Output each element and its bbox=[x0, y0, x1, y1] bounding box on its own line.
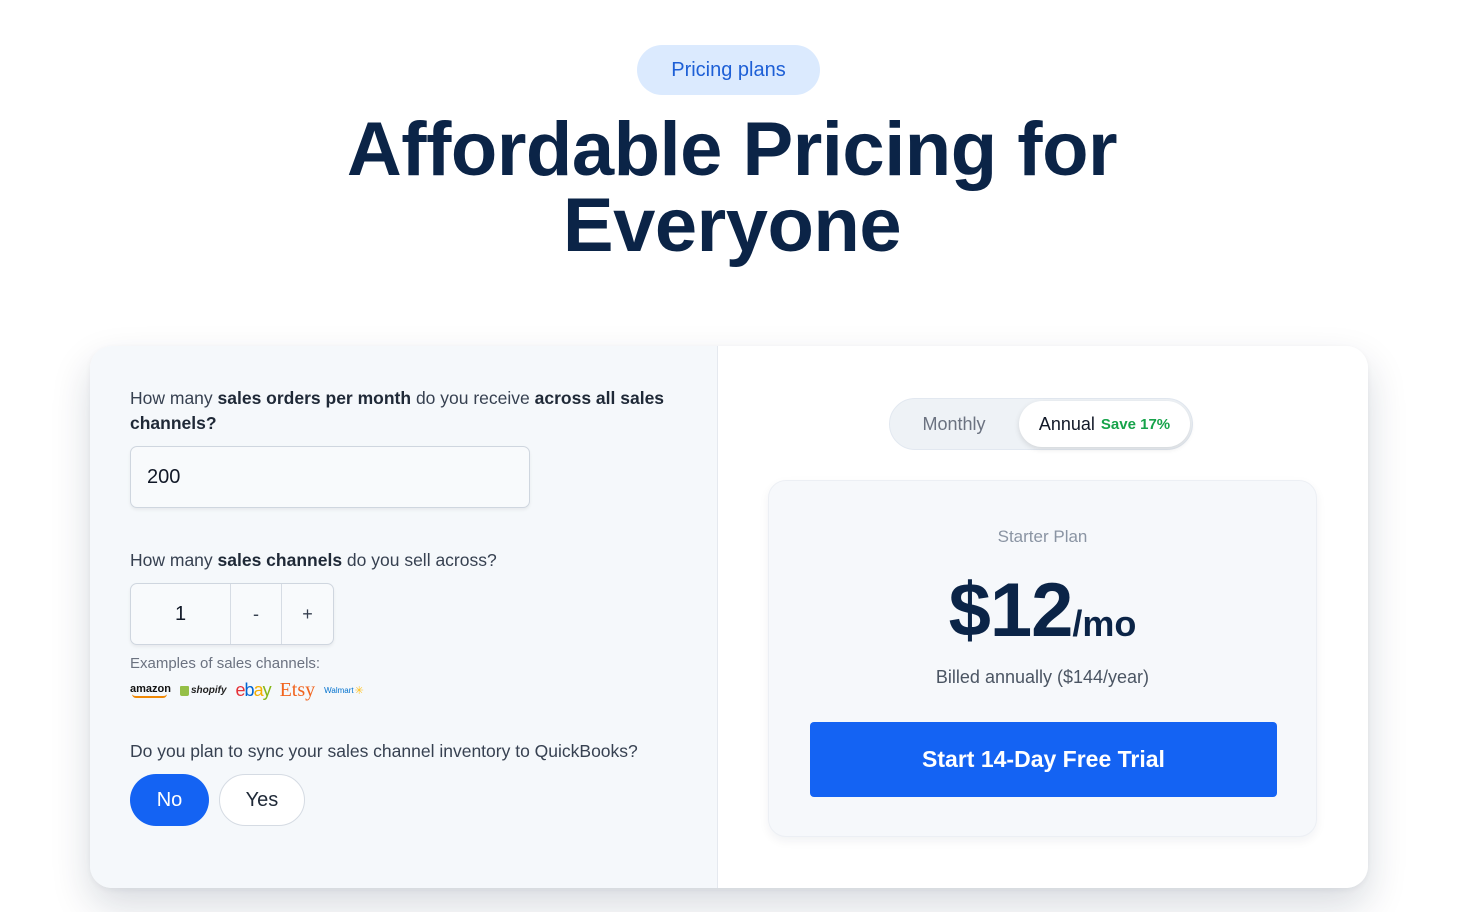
start-trial-button[interactable]: Start 14-Day Free Trial bbox=[810, 722, 1277, 797]
plan-price: $12/mo bbox=[769, 567, 1316, 654]
billing-note: Billed annually ($144/year) bbox=[935, 667, 1150, 687]
billing-annual-option[interactable]: Annual Save 17% bbox=[1019, 401, 1190, 447]
billing-monthly-option[interactable]: Monthly bbox=[890, 399, 1018, 449]
walmart-logo-text: Walmart bbox=[324, 686, 354, 695]
ebay-logo-y: y bbox=[262, 680, 272, 700]
page-title: Affordable Pricing for Everyone bbox=[232, 112, 1232, 264]
walmart-logo: Walmart ✳ bbox=[324, 684, 364, 697]
examples-label: Examples of sales channels: bbox=[130, 655, 321, 672]
calculator-panel: How many sales orders per month do you r… bbox=[90, 346, 718, 888]
orders-question-text: How many bbox=[130, 388, 218, 408]
pricing-plans-badge: Pricing plans bbox=[637, 45, 820, 95]
orders-question: How many sales orders per month do you r… bbox=[130, 386, 670, 436]
ebay-logo-b: b bbox=[244, 680, 255, 700]
price-amount: $12 bbox=[948, 568, 1074, 653]
increment-button[interactable]: + bbox=[282, 584, 333, 644]
sync-yes-button[interactable]: Yes bbox=[219, 774, 305, 826]
pricing-calculator-card: How many sales orders per month do you r… bbox=[90, 346, 1368, 888]
ebay-logo-a: a bbox=[253, 680, 264, 700]
orders-question-emphasis: sales orders per month bbox=[217, 388, 412, 408]
orders-question-text-2: do you receive bbox=[411, 388, 535, 408]
walmart-spark-icon: ✳ bbox=[354, 685, 364, 697]
billing-period-switch: Monthly Annual Save 17% bbox=[889, 398, 1193, 450]
shopify-logo: shopify bbox=[179, 685, 227, 696]
plan-name: Starter Plan bbox=[997, 527, 1088, 546]
channels-question-text-2: do you sell across? bbox=[342, 550, 497, 570]
plan-panel: Monthly Annual Save 17% Starter Plan $12… bbox=[718, 346, 1368, 888]
page-title-line2: Everyone bbox=[562, 183, 902, 268]
sync-no-button[interactable]: No bbox=[130, 774, 209, 826]
channels-question: How many sales channels do you sell acro… bbox=[130, 548, 497, 573]
channels-stepper: 1 - + bbox=[130, 583, 334, 645]
channels-question-text: How many bbox=[130, 550, 218, 570]
quickbooks-sync-question: Do you plan to sync your sales channel i… bbox=[130, 741, 638, 761]
shopify-bag-icon bbox=[179, 685, 189, 696]
shopify-logo-text: shopify bbox=[190, 685, 227, 696]
page-title-line1: Affordable Pricing for bbox=[346, 107, 1118, 192]
amazon-logo: amazon bbox=[130, 683, 171, 698]
price-period: /mo bbox=[1072, 603, 1137, 644]
etsy-logo: Etsy bbox=[279, 679, 316, 701]
ebay-logo-e: e bbox=[235, 680, 246, 700]
sales-channel-logos: amazon shopify ebay Etsy Walmart ✳ bbox=[130, 679, 364, 702]
channels-value[interactable]: 1 bbox=[131, 584, 231, 644]
channels-question-emphasis: sales channels bbox=[217, 550, 343, 570]
ebay-logo: ebay bbox=[235, 680, 272, 701]
decrement-button[interactable]: - bbox=[231, 584, 282, 644]
orders-per-month-input[interactable] bbox=[130, 446, 530, 508]
starter-plan-card: Starter Plan $12/mo Billed annually ($14… bbox=[768, 480, 1317, 837]
billing-annual-label: Annual bbox=[1038, 413, 1095, 434]
save-badge: Save 17% bbox=[1100, 415, 1171, 433]
